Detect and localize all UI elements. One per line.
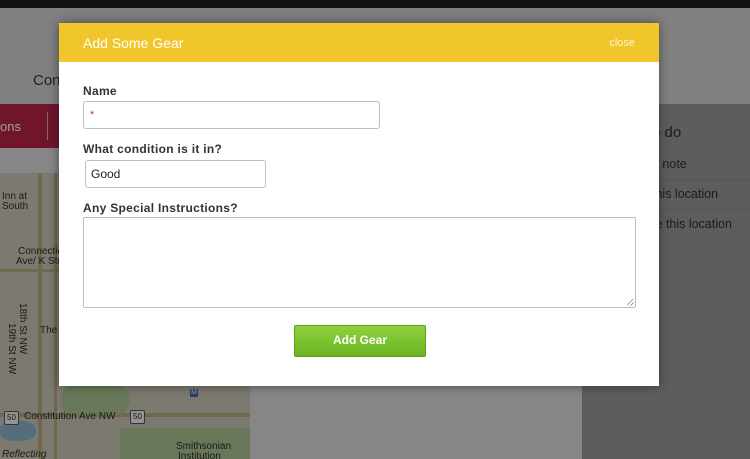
resize-handle-icon[interactable]	[627, 299, 634, 306]
name-label: Name	[83, 84, 117, 98]
name-input[interactable]	[83, 101, 380, 129]
resize-grip-icon	[627, 299, 634, 306]
modal-header: Add Some Gear close	[59, 23, 659, 62]
instructions-textarea[interactable]	[83, 217, 636, 308]
modal-title: Add Some Gear	[83, 35, 184, 51]
required-marker: *	[90, 109, 95, 121]
close-button[interactable]: close	[609, 37, 635, 49]
condition-label: What condition is it in?	[83, 142, 223, 156]
condition-input[interactable]	[85, 160, 266, 188]
instructions-label: Any Special Instructions?	[83, 201, 238, 215]
add-gear-button[interactable]: Add Gear	[294, 325, 426, 357]
add-gear-modal: Add Some Gear close Name * What conditio…	[59, 23, 659, 386]
